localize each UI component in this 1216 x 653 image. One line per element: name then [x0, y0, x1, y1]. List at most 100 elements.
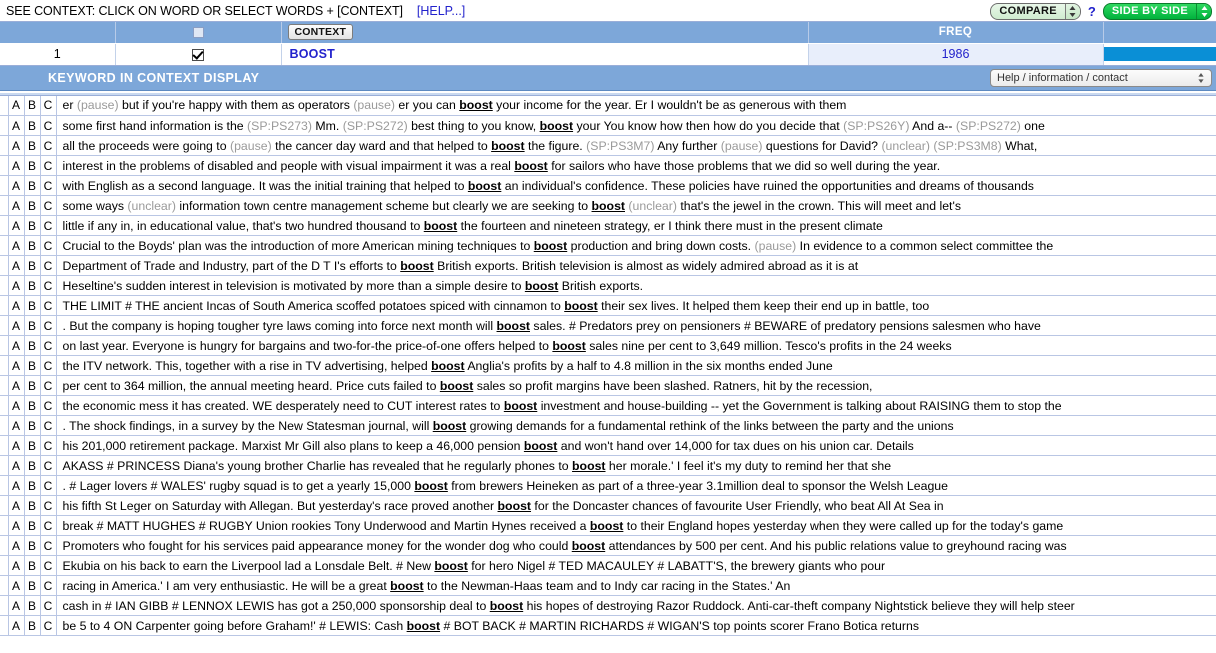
concordance-col-c-link[interactable]: C: [40, 255, 57, 276]
concordance-text[interactable]: some ways (unclear) information town cen…: [56, 195, 1216, 216]
compare-dropdown[interactable]: COMPARE: [990, 2, 1081, 20]
concordance-row[interactable]: A B Cwith English as a second language. It…: [0, 175, 1216, 196]
concordance-text[interactable]: some first hand information is the (SP:P…: [56, 115, 1216, 136]
concordance-text[interactable]: Heseltine's sudden interest in televisio…: [56, 275, 1216, 296]
concordance-col-c-link[interactable]: C: [40, 375, 57, 396]
keyword-highlight[interactable]: boost: [498, 499, 531, 513]
concordance-col-a-link[interactable]: A: [8, 295, 25, 316]
concordance-col-c-link[interactable]: C: [40, 215, 57, 236]
concordance-text[interactable]: his fifth St Leger on Saturday with Alle…: [56, 495, 1216, 516]
concordance-col-a-link[interactable]: A: [8, 375, 25, 396]
concordance-row[interactable]: A B C Promoters who fought for his services…: [0, 535, 1216, 556]
concordance-col-a-link[interactable]: A: [8, 95, 25, 116]
keyword-highlight[interactable]: boost: [592, 199, 625, 213]
concordance-col-b-link[interactable]: B: [24, 135, 41, 156]
keyword-highlight[interactable]: boost: [490, 599, 523, 613]
concordance-text[interactable]: . But the company is hoping tougher tyre…: [56, 315, 1216, 336]
concordance-col-c-link[interactable]: C: [40, 335, 57, 356]
concordance-col-b-link[interactable]: B: [24, 415, 41, 436]
keyword-highlight[interactable]: boost: [524, 439, 557, 453]
keyword-highlight[interactable]: boost: [552, 339, 585, 353]
keyword-highlight[interactable]: boost: [434, 559, 467, 573]
concordance-row[interactable]: A B Csome first hand information is the (S…: [0, 115, 1216, 136]
concordance-col-c-link[interactable]: C: [40, 515, 57, 536]
concordance-row[interactable]: A B Cracing in America.' I am very enthusi…: [0, 575, 1216, 596]
concordance-col-b-link[interactable]: B: [24, 295, 41, 316]
concordance-row[interactable]: A B C Department of Trade and Industry, par…: [0, 255, 1216, 276]
concordance-col-b-link[interactable]: B: [24, 275, 41, 296]
header-cell-select-all[interactable]: [115, 22, 282, 44]
concordance-col-c-link[interactable]: C: [40, 415, 57, 436]
concordance-row[interactable]: A B Csome ways (unclear) information town …: [0, 195, 1216, 216]
concordance-col-a-link[interactable]: A: [8, 395, 25, 416]
concordance-col-a-link[interactable]: A: [8, 555, 25, 576]
concordance-col-c-link[interactable]: C: [40, 155, 57, 176]
concordance-col-b-link[interactable]: B: [24, 235, 41, 256]
keyword-highlight[interactable]: boost: [431, 359, 464, 373]
keyword-highlight[interactable]: boost: [590, 519, 623, 533]
concordance-row[interactable]: A B Ccash in # IAN GIBB # LENNOX LEWIS has…: [0, 595, 1216, 616]
concordance-text[interactable]: his 201,000 retirement package. Marxist …: [56, 435, 1216, 456]
concordance-col-b-link[interactable]: B: [24, 195, 41, 216]
concordance-col-a-link[interactable]: A: [8, 475, 25, 496]
concordance-col-b-link[interactable]: B: [24, 155, 41, 176]
keyword-highlight[interactable]: boost: [572, 539, 605, 553]
concordance-row[interactable]: A B Chis 201,000 retirement package. Marxi…: [0, 435, 1216, 456]
concordance-col-a-link[interactable]: A: [8, 615, 25, 636]
concordance-row[interactable]: A B Cer (pause) but if you're happy with t…: [0, 95, 1216, 116]
keyword-highlight[interactable]: boost: [491, 139, 524, 153]
concordance-text[interactable]: the ITV network. This, together with a r…: [56, 355, 1216, 376]
concordance-row[interactable]: A B Chis fifth St Leger on Saturday with A…: [0, 495, 1216, 516]
concordance-row[interactable]: A B Call the proceeds were going to (pause…: [0, 135, 1216, 156]
concordance-col-c-link[interactable]: C: [40, 95, 57, 116]
concordance-col-c-link[interactable]: C: [40, 355, 57, 376]
concordance-text[interactable]: Promoters who fought for his services pa…: [56, 535, 1216, 556]
row-checkbox[interactable]: [192, 48, 204, 61]
keyword-highlight[interactable]: boost: [534, 239, 567, 253]
concordance-col-c-link[interactable]: C: [40, 275, 57, 296]
concordance-col-b-link[interactable]: B: [24, 495, 41, 516]
concordance-col-a-link[interactable]: A: [8, 315, 25, 336]
keyword-highlight[interactable]: boost: [468, 179, 501, 193]
concordance-row[interactable]: A B Cinterest in the problems of disabled …: [0, 155, 1216, 176]
concordance-text[interactable]: . # Lager lovers # WALES' rugby squad is…: [56, 475, 1216, 496]
concordance-col-c-link[interactable]: C: [40, 235, 57, 256]
keyword-highlight[interactable]: boost: [390, 579, 423, 593]
concordance-text[interactable]: little if any in, in educational value, …: [56, 215, 1216, 236]
concordance-text[interactable]: all the proceeds were going to (pause) t…: [56, 135, 1216, 156]
concordance-col-a-link[interactable]: A: [8, 195, 25, 216]
concordance-col-a-link[interactable]: A: [8, 515, 25, 536]
keyword-highlight[interactable]: boost: [440, 379, 473, 393]
concordance-col-a-link[interactable]: A: [8, 215, 25, 236]
keyword-highlight[interactable]: boost: [572, 459, 605, 473]
concordance-row[interactable]: A B Clittle if any in, in educational valu…: [0, 215, 1216, 236]
concordance-col-b-link[interactable]: B: [24, 335, 41, 356]
help-link[interactable]: [HELP...]: [417, 4, 465, 18]
concordance-row[interactable]: ABC . The shock findings, in a survey by …: [0, 415, 1216, 436]
concordance-col-a-link[interactable]: A: [8, 575, 25, 596]
word-table-row[interactable]: 1 BOOST 1986: [0, 43, 1216, 66]
concordance-text[interactable]: be 5 to 4 ON Carpenter going before Grah…: [56, 615, 1216, 636]
concordance-col-b-link[interactable]: B: [24, 315, 41, 336]
concordance-col-c-link[interactable]: C: [40, 295, 57, 316]
concordance-col-c-link[interactable]: C: [40, 195, 57, 216]
concordance-col-b-link[interactable]: B: [24, 595, 41, 616]
keyword-highlight[interactable]: boost: [540, 119, 573, 133]
keyword-highlight[interactable]: boost: [564, 299, 597, 313]
concordance-col-c-link[interactable]: C: [40, 435, 57, 456]
concordance-col-b-link[interactable]: B: [24, 255, 41, 276]
concordance-text[interactable]: the economic mess it has created. WE des…: [56, 395, 1216, 416]
concordance-text[interactable]: er (pause) but if you're happy with them…: [56, 95, 1216, 116]
concordance-col-a-link[interactable]: A: [8, 155, 25, 176]
concordance-col-b-link[interactable]: B: [24, 375, 41, 396]
keyword-highlight[interactable]: boost: [525, 279, 558, 293]
concordance-text[interactable]: cash in # IAN GIBB # LENNOX LEWIS has go…: [56, 595, 1216, 616]
concordance-row[interactable]: A B Con last year. Everyone is hungry for …: [0, 335, 1216, 356]
concordance-row[interactable]: A B Cbreak # MATT HUGHES # RUGBY Union roo…: [0, 515, 1216, 536]
concordance-row[interactable]: A B C Ekubia on his back to earn the Liverp…: [0, 555, 1216, 576]
concordance-row[interactable]: A B C Heseltine's sudden interest in televi…: [0, 275, 1216, 296]
concordance-col-a-link[interactable]: A: [8, 115, 25, 136]
concordance-col-a-link[interactable]: A: [8, 495, 25, 516]
concordance-row[interactable]: A B Cbe 5 to 4 ON Carpenter going before G…: [0, 615, 1216, 636]
concordance-col-b-link[interactable]: B: [24, 115, 41, 136]
